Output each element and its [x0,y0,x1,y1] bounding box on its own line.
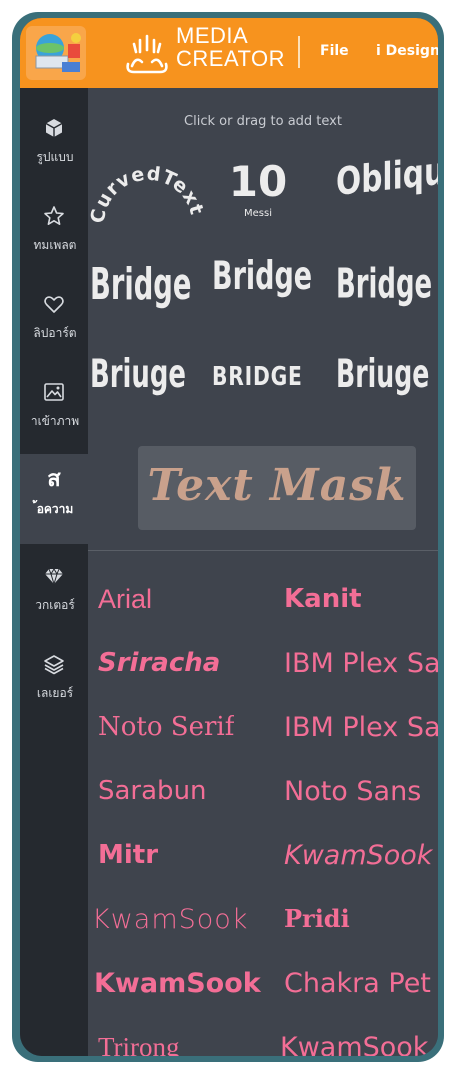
menu-design[interactable]: i Design [376,43,438,59]
text-mask-label: Text Mask [147,460,407,511]
curved-text-preset[interactable]: CurvedText [88,140,206,236]
sidebar-item-vector[interactable]: วกเตอร์ [20,550,88,634]
text-thai-icon: ส [47,467,61,492]
bridge-preset[interactable]: Bridge [90,259,191,310]
top-bar: MEDIA CREATOR File i Design [20,18,438,88]
font-option-noto-serif[interactable]: Noto Serif [98,712,234,742]
app-logo-icon[interactable] [26,26,86,80]
star-icon [44,206,64,225]
sidebar: รูปแบบ ทมเพลต ลิปอาร์ต าเข้าภาพ ส ้อความ [20,88,88,1056]
bridge-preset[interactable]: Bridge [212,254,312,299]
font-option-ibm-plex-sans-2[interactable]: IBM Plex Sa [284,712,438,743]
panel-separator [88,550,438,551]
diamond-icon [45,568,63,586]
font-option-noto-sans[interactable]: Noto Sans [284,776,438,807]
device-frame: MEDIA CREATOR File i Design รูปแบบ ทมเพล… [12,12,444,1062]
header-divider [298,36,300,68]
font-option-kwamsook-light[interactable]: KwamSook [92,904,272,935]
sidebar-item-templates-style[interactable]: รูปแบบ [20,102,88,186]
font-option-chakra-petch[interactable]: Chakra Pet [284,968,438,999]
brand-hands-icon [126,34,168,74]
bridge-preset[interactable]: BRIDGE [212,362,329,392]
font-option-trirong[interactable]: Trirong [98,1032,180,1056]
font-option-sarabun[interactable]: Sarabun [98,776,207,806]
image-icon [44,383,64,401]
sidebar-item-import-image[interactable]: าเข้าภาพ [20,366,88,450]
layers-icon [44,655,64,675]
font-option-mitr[interactable]: Mitr [98,840,158,870]
font-option-kwamsook[interactable]: KwamSook [280,1032,438,1056]
font-option-arial[interactable]: Arial [98,584,152,615]
sidebar-item-layers[interactable]: เลเยอร์ [20,638,88,722]
font-option-sriracha[interactable]: Sriracha [98,648,220,678]
sidebar-item-text[interactable]: ส ้อความ [20,454,88,544]
text-panel: Click or drag to add text CurvedText 10 … [88,88,438,1056]
brand-line1: MEDIA [176,23,249,48]
font-option-kwamsook-bold[interactable]: KwamSook [94,968,274,999]
font-option-kanit[interactable]: Kanit [284,584,362,614]
panel-hint: Click or drag to add text [184,114,342,129]
text-mask-preset[interactable]: Text Mask [138,446,416,530]
font-option-ibm-plex-sans[interactable]: IBM Plex Sa [284,648,438,679]
bridge-preset[interactable]: Bridge [336,261,432,308]
curved-text-label: CurvedText [88,163,206,225]
brand-line2: CREATOR [176,46,286,71]
brand-name: MEDIA CREATOR [176,24,285,70]
number-sub-label: Messi [244,208,272,219]
menu-file[interactable]: File [320,43,349,59]
svg-text:CurvedText: CurvedText [88,163,206,225]
sidebar-item-templates[interactable]: ทมเพลต [20,190,88,274]
oblique-preset[interactable]: Obliqu [336,149,438,204]
bridge-preset[interactable]: Briuge [90,352,186,397]
sidebar-item-clipart[interactable]: ลิปอาร์ต [20,278,88,362]
bridge-preset[interactable]: Briuge [336,352,429,397]
font-option-kwamsook-italic[interactable]: KwamSook [284,840,438,871]
cube-icon [45,119,63,137]
app-window: MEDIA CREATOR File i Design รูปแบบ ทมเพล… [20,18,438,1056]
heart-icon [44,296,64,313]
number-preset[interactable]: 10 [226,160,290,204]
font-option-pridi[interactable]: Pridi [284,904,350,933]
